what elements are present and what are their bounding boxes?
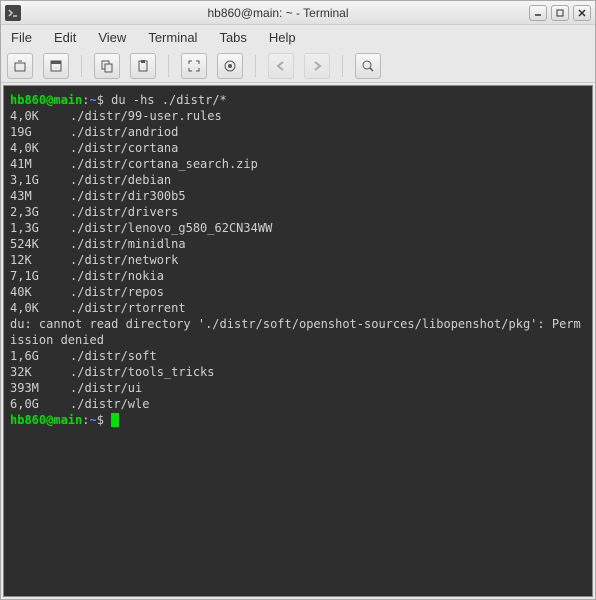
app-icon <box>5 5 21 21</box>
output-row: 2,3G./distr/drivers <box>10 204 586 220</box>
close-button[interactable] <box>573 5 591 21</box>
output-row: 19G./distr/andriod <box>10 124 586 140</box>
output-row: 40K./distr/repos <box>10 284 586 300</box>
path-value: ./distr/nokia <box>70 269 164 283</box>
prev-tab-button[interactable] <box>268 53 294 79</box>
size-value: 524K <box>10 236 70 252</box>
size-value: 1,6G <box>10 348 70 364</box>
output-row: 1,3G./distr/lenovo_g580_62CN34WW <box>10 220 586 236</box>
window-title: hb860@main: ~ - Terminal <box>27 6 529 20</box>
minimize-button[interactable] <box>529 5 547 21</box>
size-value: 3,1G <box>10 172 70 188</box>
size-value: 393M <box>10 380 70 396</box>
menu-help[interactable]: Help <box>265 28 300 47</box>
path-value: ./distr/repos <box>70 285 164 299</box>
copy-button[interactable] <box>94 53 120 79</box>
size-value: 4,0K <box>10 140 70 156</box>
size-value: 4,0K <box>10 108 70 124</box>
path-value: ./distr/cortana <box>70 141 178 155</box>
toolbar-separator <box>255 55 256 77</box>
output-row: 4,0K./distr/rtorrent <box>10 300 586 316</box>
size-value: 1,3G <box>10 220 70 236</box>
error-line: du: cannot read directory './distr/soft/… <box>10 316 586 348</box>
toolbar-separator <box>81 55 82 77</box>
path-value: ./distr/rtorrent <box>70 301 186 315</box>
output-row: 1,6G./distr/soft <box>10 348 586 364</box>
menu-file[interactable]: File <box>7 28 36 47</box>
window-controls <box>529 5 591 21</box>
output-row: 43M./distr/dir300b5 <box>10 188 586 204</box>
output-row: 7,1G./distr/nokia <box>10 268 586 284</box>
output-row: 12K./distr/network <box>10 252 586 268</box>
menu-terminal[interactable]: Terminal <box>144 28 201 47</box>
size-value: 32K <box>10 364 70 380</box>
output-row: 4,0K./distr/99-user.rules <box>10 108 586 124</box>
path-value: ./distr/network <box>70 253 178 267</box>
size-value: 43M <box>10 188 70 204</box>
menu-view[interactable]: View <box>94 28 130 47</box>
size-value: 41M <box>10 156 70 172</box>
toolbar-separator <box>342 55 343 77</box>
fullscreen-button[interactable] <box>181 53 207 79</box>
toolbar-separator <box>168 55 169 77</box>
output-row: 524K./distr/minidlna <box>10 236 586 252</box>
output-row: 41M./distr/cortana_search.zip <box>10 156 586 172</box>
output-row: 3,1G./distr/debian <box>10 172 586 188</box>
size-value: 12K <box>10 252 70 268</box>
toolbar <box>1 49 595 83</box>
size-value: 7,1G <box>10 268 70 284</box>
size-value: 4,0K <box>10 300 70 316</box>
path-value: ./distr/andriod <box>70 125 178 139</box>
path-value: ./distr/ui <box>70 381 142 395</box>
next-tab-button[interactable] <box>304 53 330 79</box>
search-button[interactable] <box>355 53 381 79</box>
path-value: ./distr/wle <box>70 397 149 411</box>
path-value: ./distr/minidlna <box>70 237 186 251</box>
terminal-content[interactable]: hb860@main:~$ du -hs ./distr/*4,0K./dist… <box>3 85 593 597</box>
output-row: 393M./distr/ui <box>10 380 586 396</box>
paste-button[interactable] <box>130 53 156 79</box>
path-value: ./distr/debian <box>70 173 171 187</box>
terminal-window: hb860@main: ~ - Terminal File Edit View … <box>0 0 596 600</box>
menu-tabs[interactable]: Tabs <box>215 28 250 47</box>
size-value: 6,0G <box>10 396 70 412</box>
new-tab-button[interactable] <box>7 53 33 79</box>
size-value: 19G <box>10 124 70 140</box>
prompt-line: hb860@main:~$ du -hs ./distr/* <box>10 92 586 108</box>
size-value: 2,3G <box>10 204 70 220</box>
command-text: du -hs ./distr/* <box>111 93 227 107</box>
size-value: 40K <box>10 284 70 300</box>
path-value: ./distr/tools_tricks <box>70 365 215 379</box>
output-row: 32K./distr/tools_tricks <box>10 364 586 380</box>
path-value: ./distr/soft <box>70 349 157 363</box>
menu-edit[interactable]: Edit <box>50 28 80 47</box>
preferences-button[interactable] <box>217 53 243 79</box>
prompt-line: hb860@main:~$ <box>10 412 586 428</box>
path-value: ./distr/dir300b5 <box>70 189 186 203</box>
output-row: 6,0G./distr/wle <box>10 396 586 412</box>
maximize-button[interactable] <box>551 5 569 21</box>
menubar: File Edit View Terminal Tabs Help <box>1 25 595 49</box>
new-window-button[interactable] <box>43 53 69 79</box>
path-value: ./distr/drivers <box>70 205 178 219</box>
path-value: ./distr/99-user.rules <box>70 109 222 123</box>
titlebar[interactable]: hb860@main: ~ - Terminal <box>1 1 595 25</box>
path-value: ./distr/cortana_search.zip <box>70 157 258 171</box>
cursor <box>111 413 119 427</box>
output-row: 4,0K./distr/cortana <box>10 140 586 156</box>
path-value: ./distr/lenovo_g580_62CN34WW <box>70 221 272 235</box>
